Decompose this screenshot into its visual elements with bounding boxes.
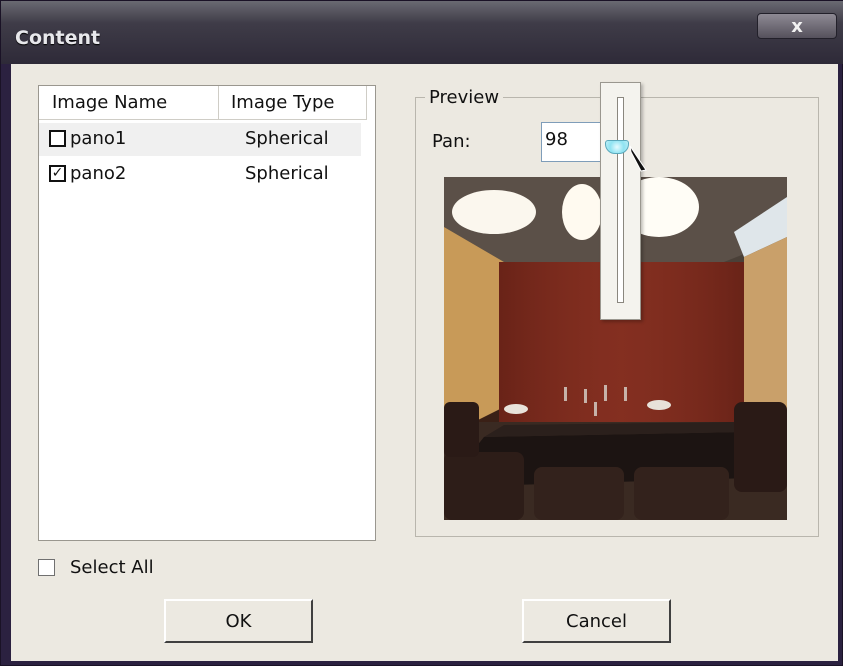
cancel-button[interactable]: Cancel xyxy=(522,599,671,643)
image-name-cell: pano2 xyxy=(70,163,127,184)
content-dialog: Content x Image Name Image Type pano1 Sp… xyxy=(0,0,843,666)
list-item[interactable]: pano1 Spherical xyxy=(39,123,361,156)
image-name-cell: pano1 xyxy=(70,128,127,149)
image-list[interactable]: Image Name Image Type pano1 Spherical ✓ … xyxy=(38,85,376,541)
pan-slider-track[interactable] xyxy=(617,97,624,303)
row-checkbox-pano1[interactable] xyxy=(49,130,66,147)
list-item[interactable]: ✓ pano2 Spherical xyxy=(39,158,361,191)
image-type-cell: Spherical xyxy=(245,128,329,149)
close-icon: x xyxy=(791,15,803,37)
image-type-cell: Spherical xyxy=(245,163,329,184)
arrow-cursor-icon xyxy=(629,145,647,172)
pan-input[interactable]: 98 xyxy=(541,122,605,162)
close-button[interactable]: x xyxy=(757,13,837,39)
dialog-client-area: Image Name Image Type pano1 Spherical ✓ … xyxy=(11,64,838,661)
pan-slider-popup[interactable] xyxy=(600,82,641,320)
row-checkbox-pano2[interactable]: ✓ xyxy=(49,165,66,182)
pan-label: Pan: xyxy=(432,131,471,152)
pan-slider-thumb[interactable] xyxy=(605,140,629,154)
checkmark-icon: ✓ xyxy=(51,165,64,181)
title-bar[interactable]: Content x xyxy=(1,1,843,64)
window-title: Content xyxy=(15,27,101,49)
select-all-checkbox[interactable] xyxy=(38,559,55,576)
preview-group-title: Preview xyxy=(425,87,504,108)
ok-button[interactable]: OK xyxy=(164,599,313,643)
column-header-image-type[interactable]: Image Type xyxy=(219,86,367,120)
column-header-image-name[interactable]: Image Name xyxy=(39,86,219,120)
list-header: Image Name Image Type xyxy=(39,86,375,120)
select-all-label[interactable]: Select All xyxy=(70,557,154,578)
